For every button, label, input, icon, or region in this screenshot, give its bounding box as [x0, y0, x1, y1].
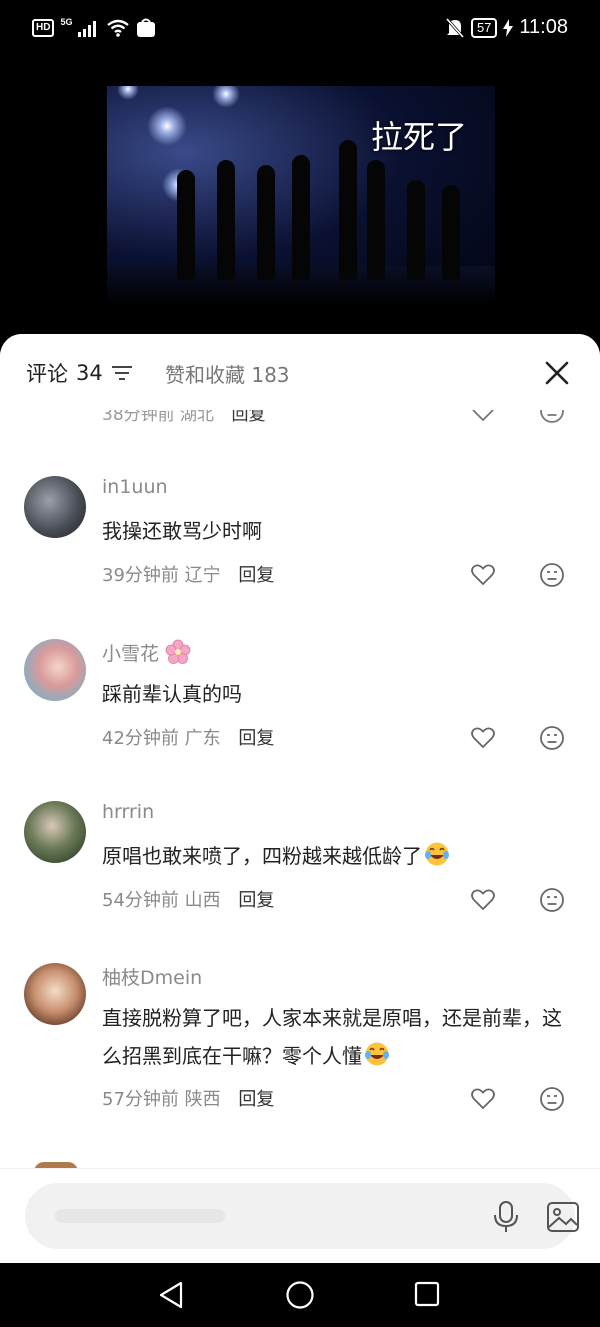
comment-item: 柚枝Dmein 直接脱粉算了吧，人家本来就是原唱，还是前辈，这么招黑到底在干嘛？…: [0, 963, 600, 1153]
heart-icon[interactable]: [470, 1086, 496, 1112]
comment-item: 小雪花 踩前辈认真的吗 42分钟前 广东 回复: [0, 639, 600, 789]
hd-badge: HD: [32, 19, 55, 37]
avatar[interactable]: [24, 639, 86, 701]
comment-meta: 42分钟前 广东 回复: [102, 724, 274, 750]
comment-meta: 54分钟前 山西 回复: [102, 886, 274, 912]
mic-icon[interactable]: [491, 1200, 521, 1234]
dislike-face-icon[interactable]: [539, 887, 565, 913]
tab-comments[interactable]: 评论 34: [26, 358, 133, 388]
status-bar: HD 5G 57 11:08: [0, 0, 600, 62]
comment-location: 山西: [184, 890, 221, 911]
sheet-header: 评论 34 赞和收藏 183: [0, 334, 600, 410]
filter-icon[interactable]: [111, 364, 133, 382]
placeholder-blur: [55, 1209, 225, 1223]
comment-item: in1uun 我操还敢骂少时啊 39分钟前 辽宁 回复: [0, 476, 600, 626]
dancer-silhouette: [177, 170, 195, 280]
laugh-cry-emoji: [365, 1042, 389, 1066]
stage-light: [147, 106, 187, 146]
close-icon[interactable]: [540, 356, 574, 390]
avatar[interactable]: [24, 963, 86, 1025]
charging-icon: [503, 18, 514, 37]
avatar[interactable]: [24, 476, 86, 538]
reply-button[interactable]: 回复: [238, 565, 274, 586]
comment-input[interactable]: [25, 1183, 579, 1249]
tab-comments-label: 评论: [26, 362, 68, 386]
comment-location: 辽宁: [184, 565, 221, 586]
home-icon[interactable]: [285, 1280, 315, 1310]
comment-meta: 57分钟前 陕西 回复: [102, 1085, 274, 1111]
tab-likes-label: 赞和收藏: [165, 363, 245, 387]
dancer-silhouette: [257, 165, 275, 280]
battery-level: 57: [470, 17, 498, 38]
comment-text: 踩前辈认真的吗: [102, 682, 242, 706]
comment-username[interactable]: 小雪花: [102, 639, 191, 666]
comment-time: 39分钟前: [102, 565, 179, 586]
image-icon[interactable]: [545, 1200, 581, 1234]
dancer-silhouette: [292, 155, 310, 280]
tab-comments-count: 34: [76, 361, 103, 385]
comment-location: 广东: [184, 728, 221, 749]
status-right: 57 11:08: [445, 16, 568, 39]
back-icon[interactable]: [157, 1280, 185, 1310]
reply-button[interactable]: 回复: [238, 890, 274, 911]
comment-username[interactable]: hrrrin: [102, 801, 154, 823]
heart-icon[interactable]: [470, 562, 496, 588]
comment-location: 陕西: [184, 1089, 221, 1110]
comment-username[interactable]: 柚枝Dmein: [102, 963, 202, 990]
dancer-silhouette: [339, 140, 357, 280]
laugh-cry-emoji: [425, 842, 449, 866]
network-type: 5G: [60, 17, 73, 27]
comment-text: 我操还敢骂少时啊: [102, 519, 262, 543]
comment-text: 原唱也敢来喷了，四粉越来越低龄了: [102, 837, 572, 875]
stage-light: [212, 86, 240, 108]
comment-sheet: 评论 34 赞和收藏 183 38分钟前 湖北 回复 in1uun 我操还敢骂少…: [0, 334, 600, 1263]
comment-meta: 39分钟前 辽宁 回复: [102, 561, 274, 587]
video-player[interactable]: 拉死了: [107, 86, 495, 306]
comment-time: 57分钟前: [102, 1089, 179, 1110]
dislike-face-icon[interactable]: [539, 562, 565, 588]
dancer-silhouette: [367, 160, 385, 280]
mute-bell-icon: [445, 17, 465, 38]
comment-time: 54分钟前: [102, 890, 179, 911]
wifi-icon: [107, 19, 130, 37]
dislike-face-icon[interactable]: [539, 1086, 565, 1112]
signal-icon: [78, 21, 97, 37]
avatar[interactable]: [24, 801, 86, 863]
dancer-silhouette: [442, 185, 460, 280]
heart-icon[interactable]: [470, 725, 496, 751]
clock: 11:08: [519, 16, 568, 38]
video-caption: 拉死了: [370, 118, 467, 156]
stage-light: [117, 86, 139, 100]
comment-item: hrrrin 原唱也敢来喷了，四粉越来越低龄了 54分钟前 山西 回复: [0, 801, 600, 951]
heart-icon[interactable]: [470, 887, 496, 913]
tab-likes-count: 183: [251, 363, 290, 387]
system-nav-bar: [0, 1263, 600, 1327]
comment-time: 42分钟前: [102, 728, 179, 749]
dancer-silhouette: [217, 160, 235, 280]
reply-button[interactable]: 回复: [238, 728, 274, 749]
dislike-face-icon[interactable]: [539, 725, 565, 751]
status-left: HD 5G: [32, 17, 156, 38]
comment-input-bar: [0, 1168, 600, 1263]
cherry-blossom-emoji: [165, 639, 191, 664]
recent-apps-icon[interactable]: [413, 1280, 441, 1308]
tab-likes-favorites[interactable]: 赞和收藏 183: [165, 359, 290, 388]
app-notification-icon: [137, 18, 156, 37]
reply-button[interactable]: 回复: [238, 1089, 274, 1110]
dancer-silhouette: [407, 180, 425, 280]
comment-text: 直接脱粉算了吧，人家本来就是原唱，还是前辈，这么招黑到底在干嘛？零个人懂: [102, 1006, 562, 1068]
comment-username[interactable]: in1uun: [102, 476, 168, 498]
